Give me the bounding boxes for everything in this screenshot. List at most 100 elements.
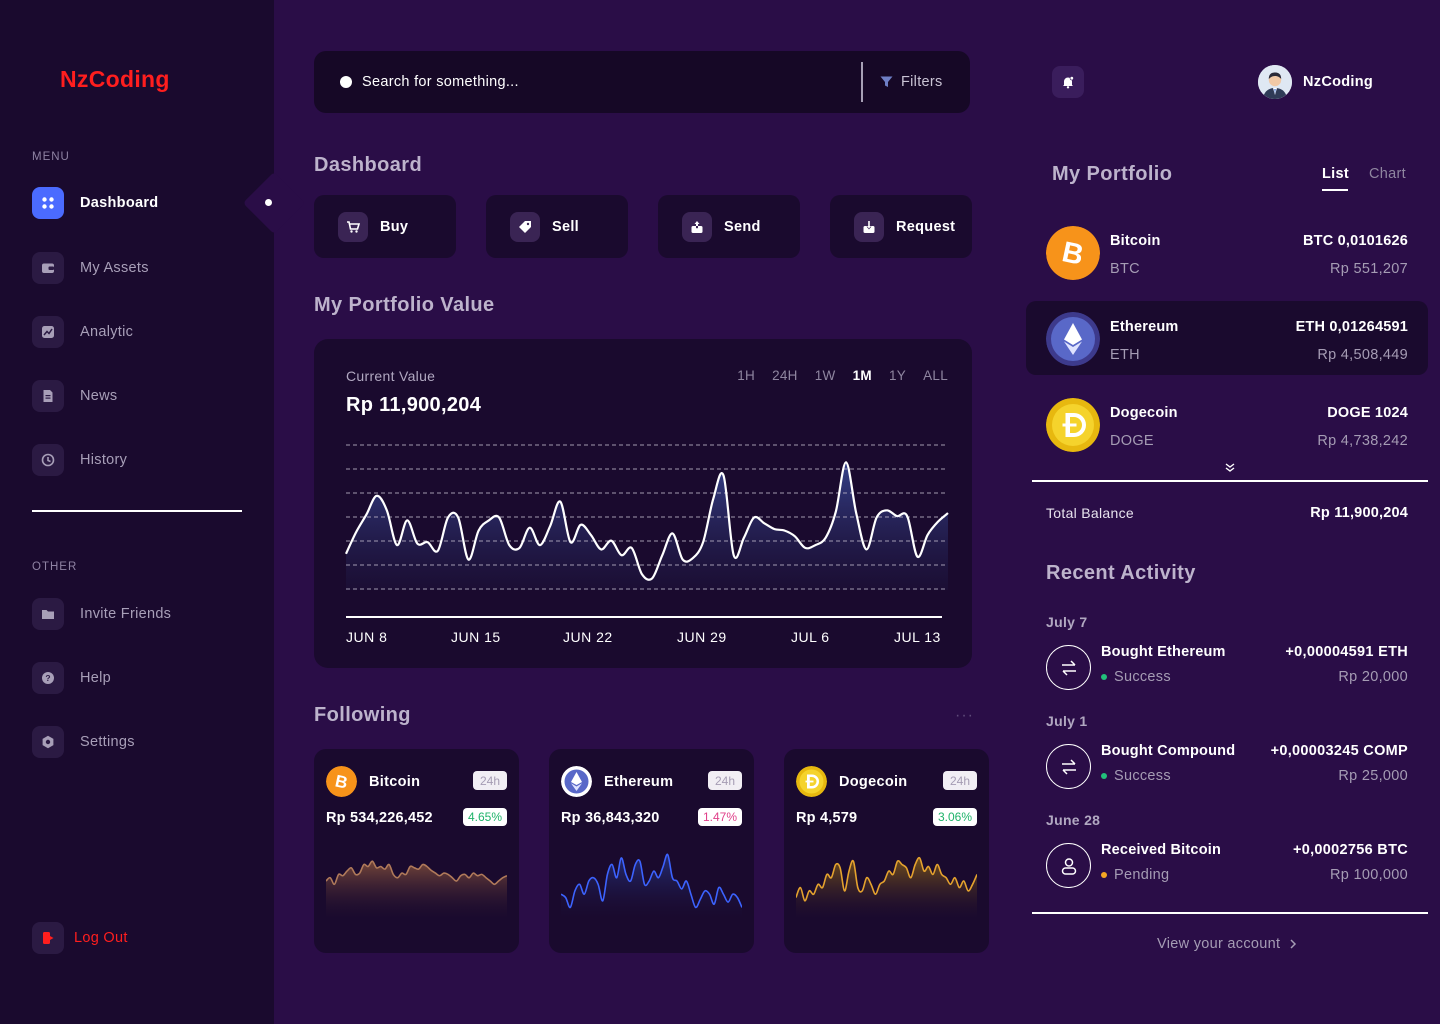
view-account-link[interactable]: View your account bbox=[1157, 936, 1300, 952]
send-button[interactable]: Send bbox=[658, 195, 800, 258]
brand-logo[interactable]: NzCoding bbox=[60, 66, 170, 93]
filter-icon bbox=[880, 76, 893, 87]
coin-price: Rp 4,579 bbox=[796, 810, 858, 826]
my-portfolio-title: My Portfolio bbox=[1052, 163, 1173, 185]
clock-icon bbox=[32, 444, 64, 476]
wallet-icon bbox=[32, 252, 64, 284]
upload-box-icon bbox=[682, 211, 712, 242]
user-profile[interactable]: NzCoding bbox=[1258, 65, 1373, 99]
sidebar-item-history[interactable]: History bbox=[32, 444, 127, 476]
document-icon bbox=[32, 380, 64, 412]
tab-list[interactable]: List bbox=[1322, 166, 1349, 182]
status-dot bbox=[1101, 872, 1107, 878]
request-button[interactable]: Request bbox=[830, 195, 972, 258]
coin-name: Dogecoin bbox=[839, 774, 908, 790]
filters-button[interactable]: Filters bbox=[880, 51, 943, 113]
portfolio-value-title: My Portfolio Value bbox=[314, 294, 495, 316]
chevron-double-down-icon[interactable] bbox=[1223, 462, 1237, 474]
activity-status: Success bbox=[1101, 669, 1171, 685]
change-badge: 4.65% bbox=[462, 808, 507, 826]
filters-label: Filters bbox=[901, 74, 943, 90]
request-label: Request bbox=[896, 218, 956, 235]
sidebar-item-dashboard[interactable]: Dashboard bbox=[32, 187, 158, 219]
sidebar-item-invite-friends[interactable]: Invite Friends bbox=[32, 598, 171, 630]
more-options-icon[interactable]: ··· bbox=[955, 707, 974, 725]
sparkline-fill bbox=[796, 857, 977, 919]
tag-icon bbox=[510, 211, 540, 242]
search-input[interactable] bbox=[362, 74, 842, 90]
bitcoin-icon: B bbox=[1046, 226, 1100, 280]
activity-status-label: Pending bbox=[1114, 867, 1170, 883]
notification-button[interactable] bbox=[1052, 66, 1084, 98]
activity-amount: +0,0002756 BTC bbox=[1292, 842, 1408, 858]
activity-status-label: Success bbox=[1114, 768, 1171, 784]
sidebar-item-label: Dashboard bbox=[80, 195, 159, 211]
active-notch bbox=[242, 171, 306, 235]
sparkline-chart bbox=[326, 860, 507, 919]
sidebar-item-label: My Assets bbox=[80, 260, 149, 276]
x-axis-label: JUN 29 bbox=[677, 629, 727, 645]
total-balance-value: Rp 11,900,204 bbox=[1310, 505, 1408, 521]
sidebar-divider bbox=[32, 510, 242, 512]
bell-icon bbox=[1063, 76, 1074, 89]
sidebar-item-label: History bbox=[80, 452, 128, 468]
asset-amount: DOGE 1024 bbox=[1327, 405, 1408, 421]
portfolio-asset-bitcoin[interactable]: B Bitcoin BTC BTC 0,0101626 Rp 551,207 bbox=[1026, 215, 1428, 289]
portfolio-asset-ethereum[interactable]: Ethereum ETH ETH 0,01264591 Rp 4,508,449 bbox=[1026, 301, 1428, 375]
x-axis-label: JUL 6 bbox=[791, 629, 830, 645]
portfolio-asset-dogecoin[interactable]: Dogecoin DOGE DOGE 1024 Rp 4,738,242 bbox=[1026, 387, 1428, 461]
period-badge: 24h bbox=[943, 771, 977, 790]
x-axis-label: JUN 8 bbox=[346, 629, 388, 645]
x-axis-label: JUN 15 bbox=[451, 629, 501, 645]
search-bar: Filters bbox=[314, 51, 970, 113]
asset-name: Bitcoin bbox=[1110, 233, 1161, 249]
ethereum-icon bbox=[1046, 312, 1100, 366]
swap-icon bbox=[1046, 744, 1091, 789]
status-dot bbox=[1101, 674, 1107, 680]
asset-symbol: BTC bbox=[1110, 261, 1140, 277]
activity-value: Rp 25,000 bbox=[1338, 768, 1408, 784]
logout-icon bbox=[32, 922, 64, 954]
logout-label: Log Out bbox=[74, 930, 128, 946]
asset-symbol: DOGE bbox=[1110, 433, 1154, 449]
portfolio-line-chart bbox=[345, 444, 949, 618]
sidebar-item-label: Analytic bbox=[80, 324, 134, 340]
grid-icon bbox=[32, 187, 64, 219]
sidebar-item-news[interactable]: News bbox=[32, 380, 117, 412]
asset-value: Rp 4,738,242 bbox=[1317, 433, 1408, 449]
sidebar-item-help[interactable]: ? Help bbox=[32, 662, 111, 694]
download-box-icon bbox=[854, 211, 884, 242]
tab-chart[interactable]: Chart bbox=[1369, 166, 1406, 182]
activity-divider bbox=[1032, 912, 1428, 914]
following-card-bitcoin[interactable]: B Bitcoin 24h Rp 534,226,452 4.65% bbox=[314, 749, 519, 953]
active-tab-underline bbox=[1322, 189, 1348, 191]
portfolio-divider bbox=[1032, 480, 1428, 482]
coin-price: Rp 36,843,320 bbox=[561, 810, 660, 826]
period-badge: 24h bbox=[708, 771, 742, 790]
total-balance-label: Total Balance bbox=[1046, 505, 1134, 521]
x-axis-label: JUN 22 bbox=[563, 629, 613, 645]
dashboard-title: Dashboard bbox=[314, 154, 423, 176]
activity-status: Pending bbox=[1101, 867, 1169, 883]
recent-activity-title: Recent Activity bbox=[1046, 562, 1196, 584]
following-card-dogecoin[interactable]: Dogecoin 24h Rp 4,579 3.06% bbox=[784, 749, 989, 953]
view-account-label: View your account bbox=[1157, 936, 1281, 952]
logout-button[interactable]: Log Out bbox=[32, 922, 128, 954]
sidebar-item-my-assets[interactable]: My Assets bbox=[32, 252, 149, 284]
coin-price: Rp 534,226,452 bbox=[326, 810, 433, 826]
status-dot bbox=[1101, 773, 1107, 779]
sidebar-item-analytic[interactable]: Analytic bbox=[32, 316, 133, 348]
other-heading: OTHER bbox=[32, 561, 78, 573]
sidebar-item-settings[interactable]: Settings bbox=[32, 726, 135, 758]
sell-label: Sell bbox=[552, 218, 579, 235]
sell-button[interactable]: Sell bbox=[486, 195, 628, 258]
following-card-ethereum[interactable]: Ethereum 24h Rp 36,843,320 1.47% bbox=[549, 749, 754, 953]
buy-button[interactable]: Buy bbox=[314, 195, 456, 258]
bitcoin-icon: B bbox=[326, 766, 357, 797]
asset-value: Rp 551,207 bbox=[1330, 261, 1408, 277]
period-badge: 24h bbox=[473, 771, 507, 790]
coin-name: Bitcoin bbox=[369, 774, 421, 790]
sparkline-chart bbox=[796, 856, 977, 919]
activity-date: June 28 bbox=[1046, 812, 1101, 828]
activity-value: Rp 100,000 bbox=[1330, 867, 1408, 883]
